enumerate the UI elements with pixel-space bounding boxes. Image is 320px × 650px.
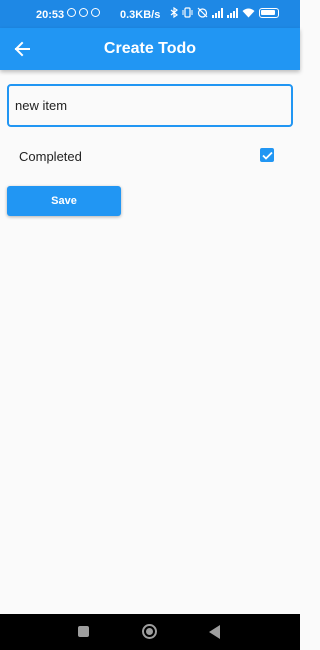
completed-label: Completed	[19, 149, 82, 164]
save-button[interactable]: Save	[7, 186, 121, 216]
back-icon[interactable]	[209, 625, 220, 639]
todo-title-input[interactable]	[15, 86, 275, 125]
system-icons	[170, 7, 279, 18]
move-icon	[79, 8, 88, 17]
app-bar: Create Todo	[0, 28, 300, 70]
notification-icons	[67, 8, 100, 17]
status-time: 20:53	[36, 9, 65, 21]
page-title: Create Todo	[103, 40, 197, 57]
alarm-off-icon	[197, 7, 208, 18]
completed-checkbox[interactable]	[260, 148, 274, 162]
wifi-icon	[242, 8, 255, 17]
bluetooth-icon	[170, 7, 178, 18]
vibrate-icon	[182, 7, 193, 18]
signal-4g-icon	[227, 7, 238, 18]
d-icon	[91, 8, 100, 17]
signal-icon	[212, 7, 223, 18]
checkmark-icon	[261, 151, 273, 160]
status-bar: 20:53 0.3KB/s	[0, 0, 300, 28]
todo-title-field[interactable]	[7, 84, 293, 127]
whatsapp-icon	[67, 8, 76, 17]
network-speed: 0.3KB/s	[120, 9, 161, 21]
recents-icon[interactable]	[78, 626, 89, 637]
home-icon[interactable]	[142, 624, 157, 639]
completed-row[interactable]: Completed	[0, 138, 300, 172]
battery-icon	[259, 7, 279, 18]
system-nav-bar	[0, 614, 300, 650]
